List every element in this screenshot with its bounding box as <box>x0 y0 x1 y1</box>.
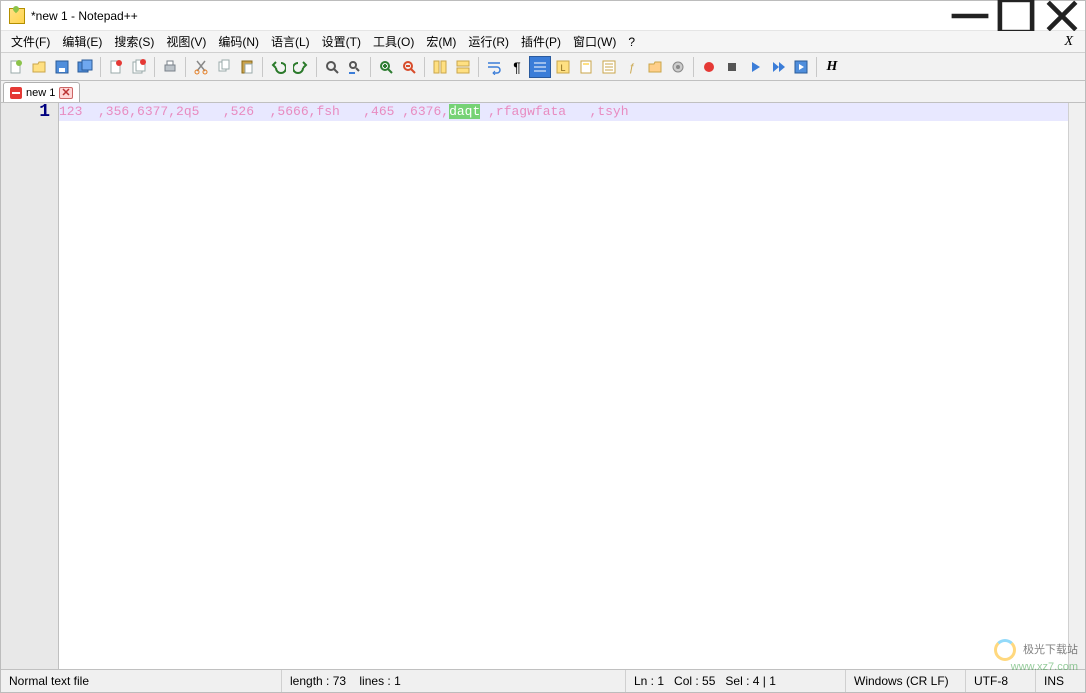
zoom-out-icon[interactable] <box>398 56 420 78</box>
tab-label: new 1 <box>26 87 55 99</box>
cut-icon[interactable] <box>190 56 212 78</box>
sync-h-icon[interactable] <box>452 56 474 78</box>
udl-icon[interactable]: L <box>552 56 574 78</box>
status-eol[interactable]: Windows (CR LF) <box>845 670 965 692</box>
status-length-lines: length : 73 lines : 1 <box>281 670 625 692</box>
menu-help[interactable]: ? <box>622 33 641 51</box>
func-list-icon[interactable]: ƒ <box>621 56 643 78</box>
hex-bold-icon[interactable]: H <box>821 56 843 78</box>
status-position: Ln : 1 Col : 55 Sel : 4 | 1 <box>625 670 845 692</box>
save-all-icon[interactable] <box>74 56 96 78</box>
zoom-in-icon[interactable] <box>375 56 397 78</box>
status-bar: Normal text file length : 73 lines : 1 L… <box>1 670 1085 692</box>
app-window: *new 1 - Notepad++ 文件(F) 编辑(E) 搜索(S) 视图(… <box>0 0 1086 693</box>
code-editor[interactable]: 123 ,356,6377,2q5 ,526 ,5666,fsh ,465 ,6… <box>59 103 1068 669</box>
line-number: 1 <box>1 103 50 121</box>
close-all-icon[interactable] <box>128 56 150 78</box>
status-filetype: Normal text file <box>1 670 281 692</box>
new-file-icon[interactable] <box>5 56 27 78</box>
minimize-button[interactable] <box>947 1 993 31</box>
save-icon[interactable] <box>51 56 73 78</box>
line-gutter[interactable]: 1 <box>1 103 59 669</box>
menu-search[interactable]: 搜索(S) <box>108 31 160 52</box>
menu-encoding[interactable]: 编码(N) <box>212 31 265 52</box>
doc-map-icon[interactable] <box>575 56 597 78</box>
menu-settings[interactable]: 设置(T) <box>316 31 367 52</box>
close-button[interactable] <box>1039 1 1085 31</box>
code-selection: daqt <box>449 104 480 119</box>
menu-run[interactable]: 运行(R) <box>462 31 515 52</box>
code-text: ,rfagwfata ,tsyh <box>480 104 628 119</box>
wordwrap-icon[interactable] <box>483 56 505 78</box>
undo-icon[interactable] <box>267 56 289 78</box>
menu-close-doc[interactable]: X <box>1056 34 1081 50</box>
play-multi-icon[interactable] <box>767 56 789 78</box>
svg-text:ƒ: ƒ <box>629 62 635 74</box>
menu-macro[interactable]: 宏(M) <box>420 31 462 52</box>
copy-icon[interactable] <box>213 56 235 78</box>
redo-icon[interactable] <box>290 56 312 78</box>
editor-area: 1 123 ,356,6377,2q5 ,526 ,5666,fsh ,465 … <box>1 103 1085 670</box>
tab-close-icon[interactable]: ✕ <box>59 87 72 99</box>
title-bar[interactable]: *new 1 - Notepad++ <box>1 1 1085 31</box>
tab-strip[interactable]: new 1 ✕ <box>1 81 1085 103</box>
menu-window[interactable]: 窗口(W) <box>567 31 622 52</box>
maximize-button[interactable] <box>993 1 1039 31</box>
menu-bar: 文件(F) 编辑(E) 搜索(S) 视图(V) 编码(N) 语言(L) 设置(T… <box>1 31 1085 53</box>
monitor-icon[interactable] <box>667 56 689 78</box>
record-macro-icon[interactable] <box>698 56 720 78</box>
all-chars-icon[interactable]: ¶ <box>506 56 528 78</box>
stop-macro-icon[interactable] <box>721 56 743 78</box>
menu-view[interactable]: 视图(V) <box>160 31 212 52</box>
print-icon[interactable] <box>159 56 181 78</box>
open-file-icon[interactable] <box>28 56 50 78</box>
toolbar: ¶ L ƒ H <box>1 53 1085 81</box>
close-file-icon[interactable] <box>105 56 127 78</box>
folder-icon[interactable] <box>644 56 666 78</box>
file-unsaved-icon <box>10 87 22 99</box>
menu-file[interactable]: 文件(F) <box>5 31 56 52</box>
status-insert-mode[interactable]: INS <box>1035 670 1085 692</box>
replace-icon[interactable] <box>344 56 366 78</box>
tab-new-1[interactable]: new 1 ✕ <box>3 82 80 102</box>
menu-tools[interactable]: 工具(O) <box>367 31 420 52</box>
menu-language[interactable]: 语言(L) <box>265 31 316 52</box>
paste-icon[interactable] <box>236 56 258 78</box>
doc-list-icon[interactable] <box>598 56 620 78</box>
play-macro-icon[interactable] <box>744 56 766 78</box>
find-icon[interactable] <box>321 56 343 78</box>
menu-plugins[interactable]: 插件(P) <box>515 31 567 52</box>
indent-guide-icon[interactable] <box>529 56 551 78</box>
save-macro-icon[interactable] <box>790 56 812 78</box>
window-title: *new 1 - Notepad++ <box>31 9 138 23</box>
vertical-scrollbar[interactable] <box>1068 103 1085 669</box>
sync-v-icon[interactable] <box>429 56 451 78</box>
svg-text:L: L <box>560 63 565 73</box>
status-encoding[interactable]: UTF-8 <box>965 670 1035 692</box>
menu-edit[interactable]: 编辑(E) <box>56 31 108 52</box>
code-text: 123 ,356,6377,2q5 ,526 ,5666,fsh ,465 ,6… <box>59 104 449 119</box>
app-icon <box>9 8 25 24</box>
